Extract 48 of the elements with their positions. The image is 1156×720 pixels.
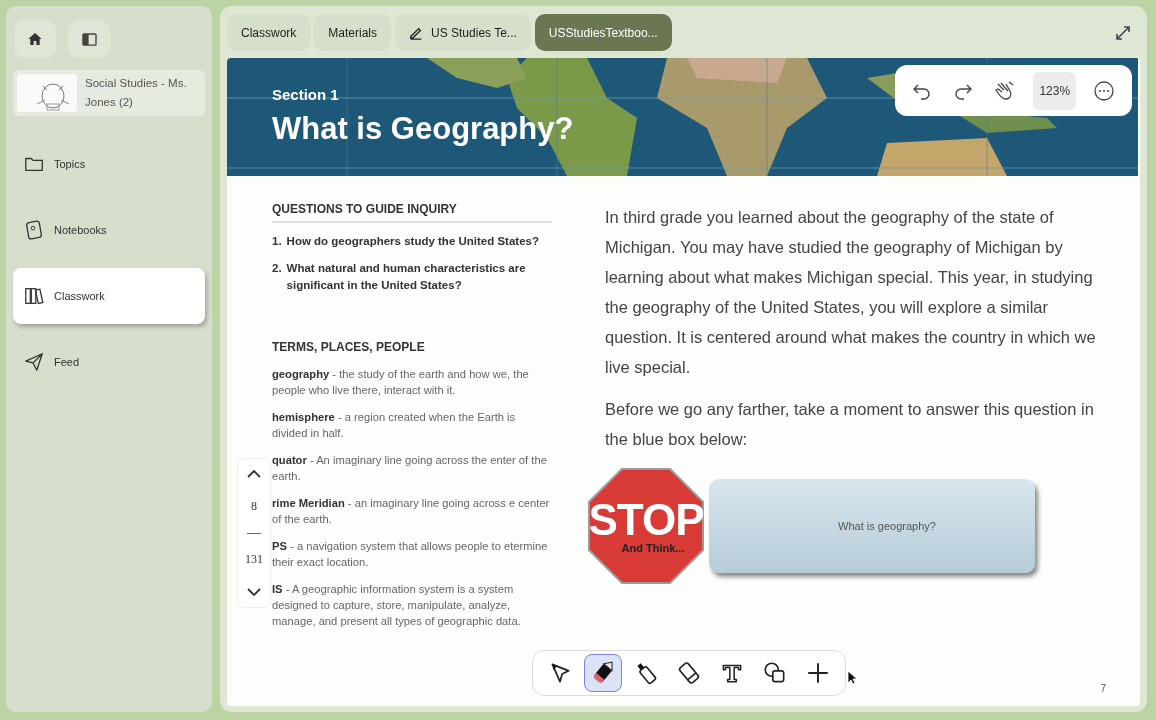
section-heading: QUESTIONS TO GUIDE INQUIRY [272,202,552,223]
question-text: What natural and human characteristics are significant in the United States? [286,261,527,293]
paragraph: In third grade you learned about the geography of the state of Michigan. You may have studied the geography of Michigan by learning about what makes Michigan special. This year, in studying the geography of the United States, you will explore a similar question. It is centered around what makes the country in which we live special. [605,207,1097,378]
question-number: 1. [272,234,282,249]
page-title: What is Geography? [272,111,574,147]
next-page-button[interactable] [244,585,264,599]
course-card[interactable]: Social Studies - Ms. Jones (2) [13,70,205,116]
question-number: 2. [272,261,282,276]
paragraph: Before we go any farther, take a moment to answer this question in the blue box below: [605,399,1095,450]
breadcrumb[interactable]: US Studies Te... [395,14,531,51]
sidebar-item[interactable]: Feed [13,334,205,390]
breadcrumb[interactable]: USStudiesTextboo... [534,14,672,51]
question-box[interactable]: What is geography? [709,479,1035,573]
chevron-up-icon [246,469,262,479]
breadcrumb[interactable]: Materials [314,14,392,51]
current-page: 8 [251,499,257,515]
home-button[interactable] [14,20,56,58]
section-heading: TERMS, PLACES, PEOPLE [272,340,426,354]
term-definition: PS - a navigation system that allows people to etermine their exact location. [272,539,549,570]
sidebar-item[interactable]: Topics [13,136,205,192]
expand-icon[interactable] [1114,23,1132,42]
chevron-down-icon [246,587,262,597]
books-icon [23,285,45,307]
stop-sign: STOP And Think... [587,467,705,585]
add-icon [805,660,831,686]
home-icon [27,31,43,47]
term-definition: IS - A geographic information system is a system designed to capture, store, manipulate, analyze, manage, and present all types of geographic data. [272,582,522,629]
more-icon [1093,79,1116,102]
pen-tool[interactable] [584,654,622,692]
term-definition: geography - the study of the earth and how we, the people who live there, interact with it. [272,367,530,398]
breadcrumb[interactable]: Classwork [227,14,311,51]
term-definition: quator - An imaginary line going across the enter of the earth. [272,453,548,484]
section-label: Section 1 [272,86,340,103]
sidebar-icon [81,32,97,46]
sidebar-toggle-button[interactable] [68,20,110,58]
term-definition: rime Meridian - an imaginary line going across e center of the earth. [272,496,551,527]
send-icon [23,351,45,373]
course-title: Social Studies - Ms. Jones (2) [85,76,188,110]
notebook-icon [23,219,45,241]
sidebar-item[interactable]: Classwork [13,268,205,324]
question-text: How do geographers study the United States? [286,234,539,249]
eraser-icon [676,660,702,686]
term-definition: hemisphere - a region created when the Earth is divided in half. [272,410,517,441]
zoom-level[interactable]: 123% [1033,71,1077,110]
page-number: 7 [1100,683,1106,694]
sidebar-item[interactable]: Notebooks [13,202,205,258]
pencil-icon [409,25,424,40]
total-pages: 131 [245,551,263,567]
